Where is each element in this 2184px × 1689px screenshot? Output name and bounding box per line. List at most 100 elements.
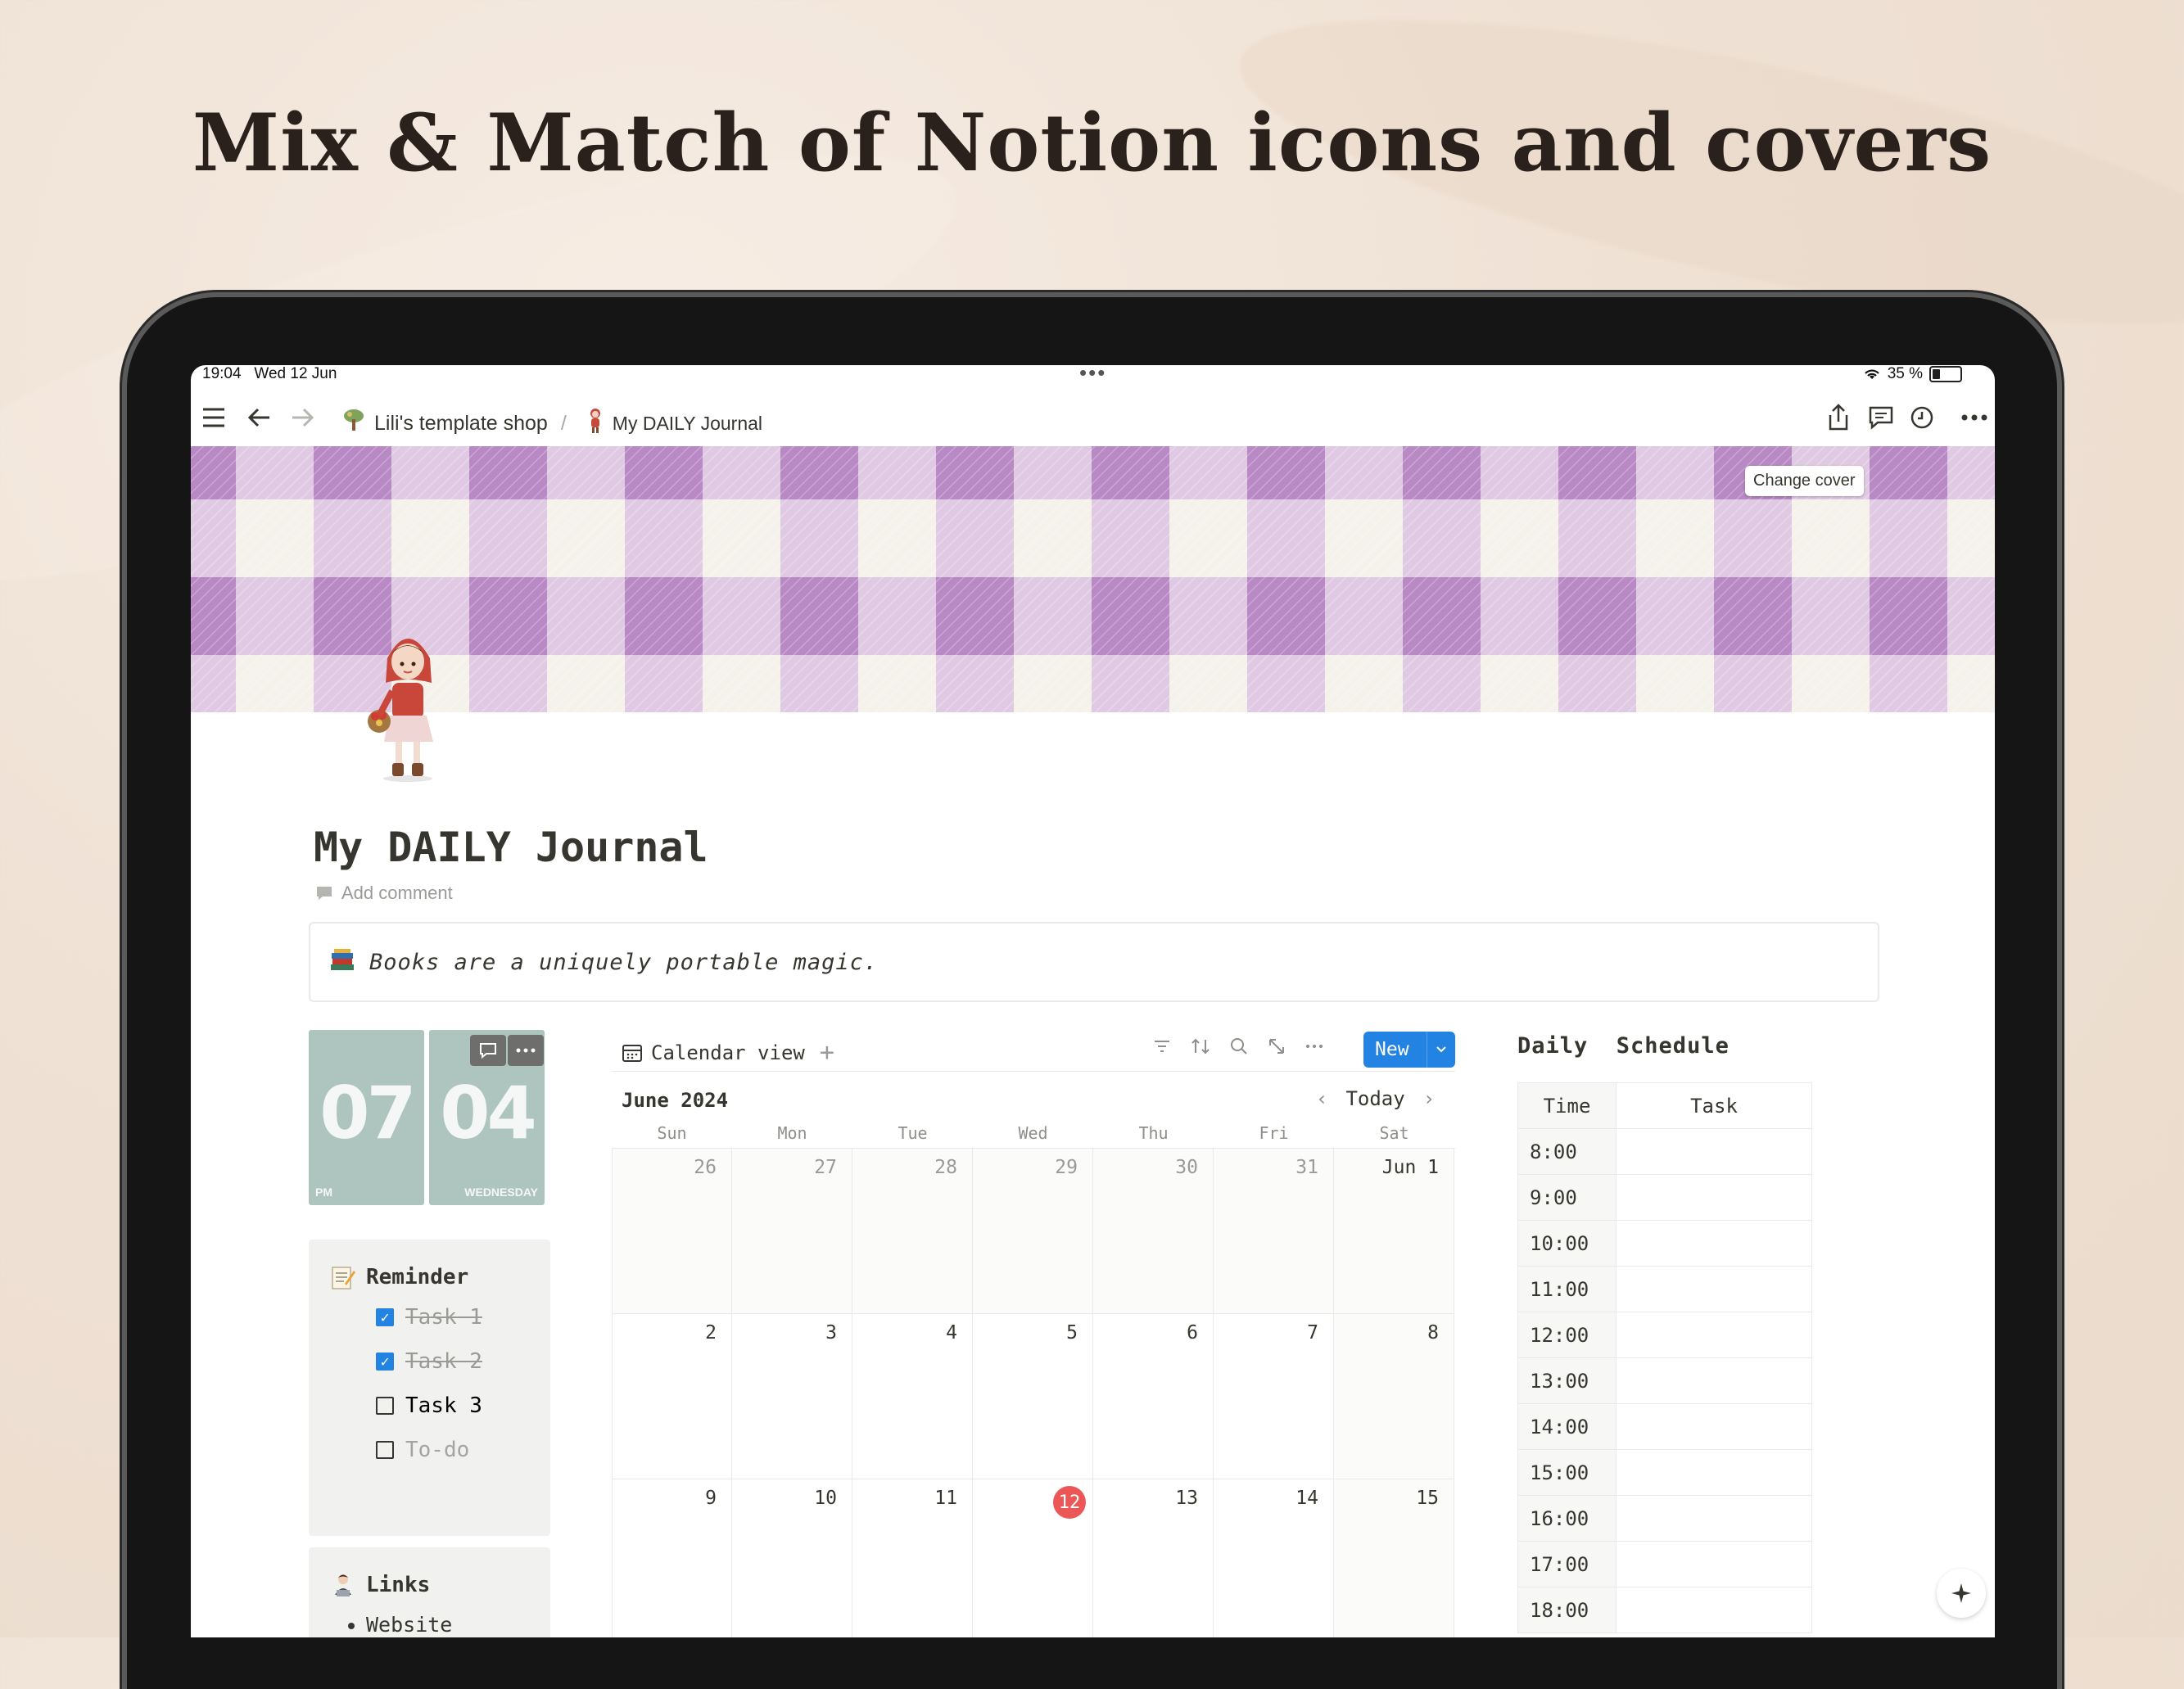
schedule-task-cell[interactable] [1616,1174,1812,1221]
more-icon[interactable] [1305,1036,1324,1062]
schedule-task-cell[interactable] [1616,1495,1812,1542]
add-comment-button[interactable]: Add comment [315,883,453,904]
clock-widget[interactable]: 07 PM 04 WEDNESDAY [309,1030,545,1205]
search-icon[interactable] [1229,1036,1249,1062]
checkbox[interactable] [376,1397,394,1415]
change-cover-button[interactable]: Change cover [1745,466,1864,496]
callout-text: Books are a uniquely portable magic. [369,949,879,975]
reminder-header: Reminder [330,1264,468,1290]
calendar-day-cell[interactable]: 10 [732,1479,852,1637]
breadcrumb-workspace[interactable]: Lili's template shop [374,412,548,436]
calendar-day-cell[interactable]: 2 [612,1314,732,1479]
page-cover[interactable] [191,446,1995,712]
schedule-task-cell[interactable] [1616,1220,1812,1267]
embed-comment-icon[interactable] [470,1035,506,1066]
calendar-day-number: 10 [814,1488,837,1509]
calendar-database: Calendar view + New June 2024 ‹ Today › … [612,1030,1455,1637]
expand-icon[interactable] [1267,1036,1286,1062]
calendar-grid: 26 27 28 29 30 31 Jun 1 2 3 4 5 6 7 8 9 10 11 12 13 14 15 [612,1148,1455,1637]
page-title[interactable]: My DAILY Journal [314,824,708,871]
calendar-day-cell[interactable]: 5 [973,1314,1093,1479]
schedule-task-cell[interactable] [1616,1449,1812,1496]
calendar-day-cell[interactable]: 15 [1334,1479,1454,1637]
calendar-day-cell[interactable]: 12 [973,1479,1093,1637]
todo-item: ✓ Task 1 [376,1305,482,1330]
calendar-view-tab[interactable]: Calendar view + [622,1038,834,1067]
schedule-task-cell[interactable] [1616,1587,1812,1633]
status-right: 35 % [1863,365,1962,383]
new-button[interactable]: New [1363,1032,1455,1068]
checkbox[interactable] [376,1441,394,1459]
calendar-day-cell[interactable]: 28 [852,1149,973,1314]
forward-arrow-icon[interactable] [286,401,319,434]
calendar-day-number: 8 [1427,1322,1439,1344]
comment-icon [317,887,332,900]
page-icon-girl[interactable] [363,619,453,787]
calendar-day-cell[interactable]: 30 [1093,1149,1214,1314]
calendar-day-cell[interactable]: 4 [852,1314,973,1479]
filter-icon[interactable] [1152,1036,1172,1062]
todo-label[interactable]: To-do [405,1438,469,1462]
schedule-time: 15:00 [1517,1449,1617,1496]
embed-more-icon[interactable] [508,1035,544,1066]
calendar-day-cell[interactable]: 26 [612,1149,732,1314]
sort-icon[interactable] [1190,1036,1211,1062]
share-icon[interactable] [1822,401,1855,434]
breadcrumb-page[interactable]: My DAILY Journal [613,413,762,435]
notion-ai-sparkle-icon[interactable] [1937,1569,1986,1618]
checkbox-checked[interactable]: ✓ [376,1308,394,1326]
calendar-day-cell[interactable]: 3 [732,1314,852,1479]
today-button[interactable]: Today [1345,1087,1404,1110]
calendar-day-cell[interactable]: 11 [852,1479,973,1637]
calendar-day-number: 9 [705,1488,717,1509]
breadcrumb-separator: / [560,412,567,435]
prev-month-icon[interactable]: ‹ [1316,1087,1327,1110]
calendar-day-cell[interactable]: 27 [732,1149,852,1314]
battery-icon [1929,366,1962,382]
history-clock-icon[interactable] [1906,401,1938,434]
checkbox-checked[interactable]: ✓ [376,1353,394,1371]
books-icon [328,948,356,977]
calendar-day-cell[interactable]: 13 [1093,1479,1214,1637]
quote-callout[interactable]: Books are a uniquely portable magic. [309,922,1879,1002]
add-comment-label: Add comment [341,883,453,903]
calendar-day-number: 7 [1307,1322,1318,1344]
multitask-dots[interactable]: ••• [1079,365,1106,386]
schedule-row: 12:00 [1517,1312,1812,1358]
schedule-task-cell[interactable] [1616,1266,1812,1312]
chevron-down-icon[interactable] [1426,1032,1455,1068]
more-options-icon[interactable] [1958,401,1991,434]
links-list: Website [341,1613,452,1637]
back-arrow-icon[interactable] [243,401,276,434]
schedule-task-cell[interactable] [1616,1541,1812,1587]
add-view-icon[interactable]: + [820,1038,834,1067]
calendar-day-cell[interactable]: 14 [1214,1479,1334,1637]
calendar-day-cell[interactable]: 6 [1093,1314,1214,1479]
workspace-tree-icon [341,408,366,440]
menu-icon[interactable] [197,401,230,434]
calendar-day-cell[interactable]: 9 [612,1479,732,1637]
todo-label[interactable]: Task 2 [405,1349,482,1374]
calendar-day-cell[interactable]: 29 [973,1149,1093,1314]
schedule-task-cell[interactable] [1616,1128,1812,1175]
links-title: Links [366,1573,431,1597]
weekday-label: Mon [777,1123,807,1143]
schedule-row: 10:00 [1517,1220,1812,1267]
calendar-toolbar: Calendar view + New [612,1030,1455,1072]
schedule-task-cell[interactable] [1616,1403,1812,1450]
schedule-table: Time Task 8:00 9:00 10:00 11:00 12:00 13:00 14… [1517,1082,1812,1633]
calendar-day-cell[interactable]: 8 [1334,1314,1454,1479]
comments-icon[interactable] [1865,401,1897,434]
todo-label[interactable]: Task 1 [405,1305,482,1330]
calendar-day-cell[interactable]: 7 [1214,1314,1334,1479]
calendar-day-cell[interactable]: Jun 1 [1334,1149,1454,1314]
schedule-task-cell[interactable] [1616,1357,1812,1404]
schedule-task-cell[interactable] [1616,1312,1812,1358]
todo-label[interactable]: Task 3 [405,1393,482,1418]
calendar-day-cell[interactable]: 31 [1214,1149,1334,1314]
link-item[interactable]: Website [366,1613,452,1637]
calendar-day-number: 28 [934,1157,957,1178]
calendar-day-number: 30 [1175,1157,1198,1178]
schedule-header-task: Task [1616,1082,1812,1129]
next-month-icon[interactable]: › [1423,1087,1435,1110]
